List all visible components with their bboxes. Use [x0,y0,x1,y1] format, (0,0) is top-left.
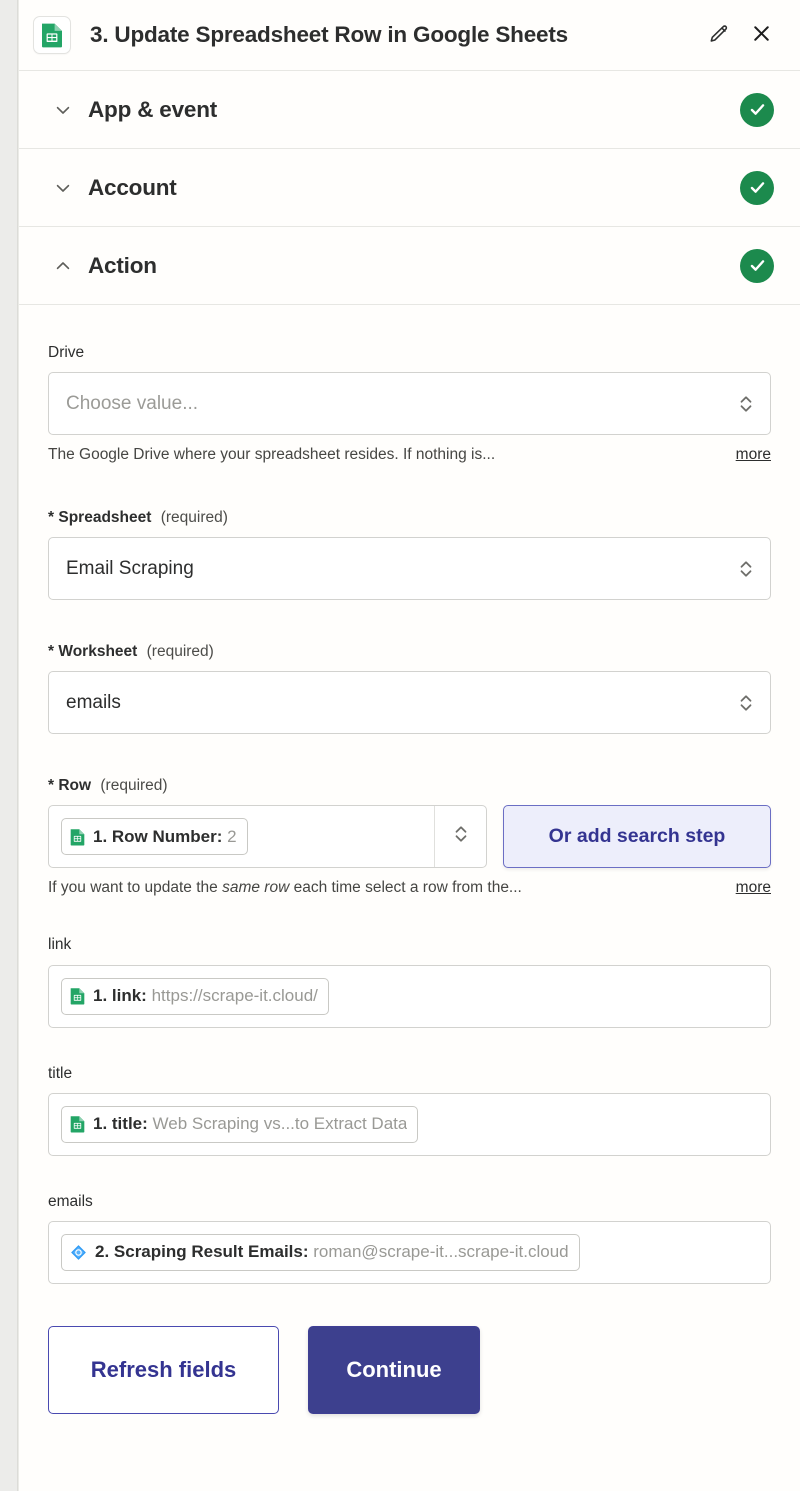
row-help-suffix: each time select a row from the... [289,879,522,897]
status-badge-complete [740,170,774,205]
chevron-up-icon [52,255,74,277]
chevron-up-down-icon [736,390,756,418]
row-help-prefix: If you want to update the [48,879,223,897]
edit-step-button[interactable] [702,18,736,52]
chevron-up-down-icon [453,822,469,851]
google-sheets-icon [70,1115,85,1133]
chevron-up-down-icon [736,555,756,583]
field-row: * Row (required) 1. Row Number: 2 Or add… [48,776,771,899]
google-sheets-icon [33,16,71,54]
drive-select-value: Choose value... [66,392,199,414]
footer-actions: Refresh fields Continue [19,1284,800,1458]
spreadsheet-select-value: Email Scraping [66,557,194,579]
page-title: 3. Update Spreadsheet Row in Google Shee… [90,22,568,47]
row-input[interactable]: 1. Row Number: 2 [48,805,487,869]
google-sheets-icon [70,987,85,1005]
field-spreadsheet-label: * Spreadsheet (required) [48,508,771,528]
token-text: 1. link: https://scrape-it.cloud/ [93,986,318,1006]
token-prefix: 1. title: [93,1114,148,1134]
worksheet-select[interactable]: emails [48,671,771,735]
section-action[interactable]: Action [19,227,800,305]
token-value: roman@scrape-it...scrape-it.cloud [313,1242,569,1262]
continue-button[interactable]: Continue [308,1325,480,1414]
action-form: Drive Choose value... The Google Drive w… [19,305,800,1284]
step-header: 3. Update Spreadsheet Row in Google Shee… [19,0,800,71]
row-help-text: If you want to update the same row each … [48,878,726,899]
field-drive: Drive Choose value... The Google Drive w… [48,343,771,466]
chevron-up-down-icon [736,689,756,717]
section-account[interactable]: Account [19,149,800,227]
required-star: * [48,777,55,795]
step-configuration-panel: 3. Update Spreadsheet Row in Google Shee… [19,0,800,1491]
field-worksheet-name: Worksheet [58,643,138,661]
token-prefix: 2. Scraping Result Emails: [95,1242,309,1262]
token-value: Web Scraping vs...to Extract Data [152,1114,408,1134]
token-pill-title[interactable]: 1. title: Web Scraping vs...to Extract D… [61,1105,419,1143]
field-emails-label: emails [48,1192,93,1210]
drive-select[interactable]: Choose value... [48,372,771,436]
row-help-emphasis: same row [222,879,290,897]
section-action-label: Action [88,252,157,278]
required-star: * [48,509,55,527]
token-text: 1. Row Number: 2 [93,827,237,847]
pencil-icon [708,23,730,48]
chevron-down-icon [52,99,74,121]
status-badge-complete [740,92,774,127]
drive-help-row: The Google Drive where your spreadsheet … [48,445,771,466]
required-note: (required) [146,643,214,661]
blue-diamond-icon [70,1244,87,1261]
row-stepper[interactable] [434,806,486,868]
section-app-and-event-label: App & event [88,96,218,122]
close-step-button[interactable] [744,18,778,52]
token-pill-emails[interactable]: 2. Scraping Result Emails: roman@scrape-… [61,1233,580,1271]
field-worksheet: * Worksheet (required) emails [48,642,771,735]
field-worksheet-label: * Worksheet (required) [48,642,771,662]
token-pill-row-number[interactable]: 1. Row Number: 2 [61,818,248,856]
section-app-and-event[interactable]: App & event [19,71,800,149]
row-input-main[interactable]: 1. Row Number: 2 [49,806,434,867]
field-drive-label: Drive [48,344,85,361]
field-spreadsheet: * Spreadsheet (required) Email Scraping [48,508,771,601]
refresh-fields-button[interactable]: Refresh fields [48,1325,279,1414]
drive-help-text: The Google Drive where your spreadsheet … [48,446,496,464]
add-search-step-button[interactable]: Or add search step [503,805,771,869]
close-icon [750,22,773,48]
section-account-label: Account [88,174,177,200]
row-control-group: 1. Row Number: 2 Or add search step [48,805,771,869]
field-title: title 1. title: Web Scraping vs...to Ext… [48,1064,771,1156]
field-spreadsheet-name: Spreadsheet [58,509,152,527]
token-prefix: 1. Row Number: [93,826,223,846]
token-value: https://scrape-it.cloud/ [151,986,318,1006]
required-star: * [48,643,55,661]
emails-input[interactable]: 2. Scraping Result Emails: roman@scrape-… [48,1220,771,1284]
required-note: (required) [160,509,228,527]
left-gutter-strip [0,0,18,1491]
token-value: 2 [227,826,237,846]
token-prefix: 1. link: [93,986,147,1006]
token-text: 2. Scraping Result Emails: roman@scrape-… [95,1242,569,1262]
field-link-label: link [48,936,72,954]
required-note: (required) [100,777,168,795]
zap-editor-root: 3. Update Spreadsheet Row in Google Shee… [0,0,800,1491]
row-more-link[interactable]: more [736,879,771,897]
worksheet-select-value: emails [66,691,121,713]
title-input[interactable]: 1. title: Web Scraping vs...to Extract D… [48,1092,771,1156]
status-badge-complete [740,248,774,283]
token-pill-link[interactable]: 1. link: https://scrape-it.cloud/ [61,977,329,1015]
field-link: link 1. link: https://scrape-it.cloud/ [48,935,771,1028]
drive-more-link[interactable]: more [736,446,771,464]
link-input[interactable]: 1. link: https://scrape-it.cloud/ [48,964,771,1028]
chevron-down-icon [52,177,74,199]
spreadsheet-select[interactable]: Email Scraping [48,537,771,601]
field-row-label: * Row (required) [48,776,771,796]
field-row-name: Row [58,777,92,795]
google-sheets-icon [70,828,85,846]
field-emails: emails 2. Scraping Result Emails: roman@… [48,1192,771,1284]
token-text: 1. title: Web Scraping vs...to Extract D… [93,1114,407,1134]
row-help-row: If you want to update the same row each … [48,878,771,899]
field-title-label: title [48,1064,73,1082]
